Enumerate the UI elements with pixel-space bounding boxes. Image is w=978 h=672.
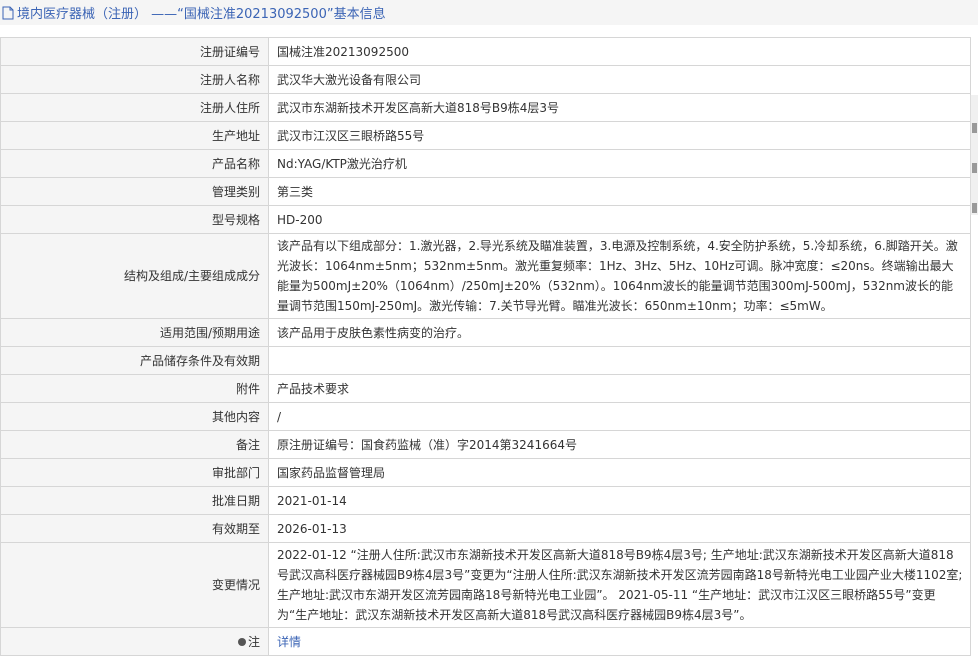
row-value: 2022-01-12 “注册人住所:武汉市东湖新技术开发区高新大道818号B9栋… <box>268 542 971 628</box>
row-other-content: 其他内容 / <box>0 402 971 431</box>
row-value <box>268 346 971 375</box>
row-label: 备注 <box>0 430 269 459</box>
row-label: 注册人住所 <box>0 93 269 122</box>
row-valid-until: 有效期至 2026-01-13 <box>0 514 971 543</box>
row-value: 国家药品监督管理局 <box>268 458 971 487</box>
row-change-history: 变更情况 2022-01-12 “注册人住所:武汉市东湖新技术开发区高新大道81… <box>0 542 971 628</box>
row-approval-date: 批准日期 2021-01-14 <box>0 486 971 515</box>
side-panel-edge[interactable] <box>970 95 978 215</box>
row-value: 第三类 <box>268 177 971 206</box>
row-value: 原注册证编号：国食药监械（准）字2014第3241664号 <box>268 430 971 459</box>
detail-table: 注册证编号 国械注准20213092500 注册人名称 武汉华大激光设备有限公司… <box>0 37 971 656</box>
row-value: 国械注准20213092500 <box>268 37 971 66</box>
row-registrant-name: 注册人名称 武汉华大激光设备有限公司 <box>0 65 971 94</box>
note-label: 注 <box>247 634 260 649</box>
row-label: 批准日期 <box>0 486 269 515</box>
row-label: 注册人名称 <box>0 65 269 94</box>
row-remarks: 备注 原注册证编号：国食药监械（准）字2014第3241664号 <box>0 430 971 459</box>
details-link[interactable]: 详情 <box>277 635 301 649</box>
row-label: 有效期至 <box>0 514 269 543</box>
row-label: 结构及组成/主要组成成分 <box>0 233 269 319</box>
row-management-category: 管理类别 第三类 <box>0 177 971 206</box>
document-icon <box>2 6 14 19</box>
row-label: 变更情况 <box>0 542 269 628</box>
row-model-spec: 型号规格 HD-200 <box>0 205 971 234</box>
row-value: 该产品用于皮肤色素性病变的治疗。 <box>268 318 971 347</box>
row-value: 2026-01-13 <box>268 514 971 543</box>
row-value: 产品技术要求 <box>268 374 971 403</box>
side-marker <box>972 203 977 213</box>
row-production-address: 生产地址 武汉市江汉区三眼桥路55号 <box>0 121 971 150</box>
row-value: Nd:YAG/KTP激光治疗机 <box>268 149 971 178</box>
row-label: 产品储存条件及有效期 <box>0 346 269 375</box>
row-value: 武汉市江汉区三眼桥路55号 <box>268 121 971 150</box>
page-header: 境内医疗器械（注册） ——“国械注准20213092500”基本信息 <box>0 0 978 25</box>
row-value: 该产品有以下组成部分：1.激光器，2.导光系统及瞄准装置，3.电源及控制系统，4… <box>268 233 971 319</box>
row-label: 审批部门 <box>0 458 269 487</box>
row-label: 管理类别 <box>0 177 269 206</box>
row-registrant-address: 注册人住所 武汉市东湖新技术开发区高新大道818号B9栋4层3号 <box>0 93 971 122</box>
row-product-name: 产品名称 Nd:YAG/KTP激光治疗机 <box>0 149 971 178</box>
row-label: 产品名称 <box>0 149 269 178</box>
row-intended-use: 适用范围/预期用途 该产品用于皮肤色素性病变的治疗。 <box>0 318 971 347</box>
row-value: / <box>268 402 971 431</box>
row-label: 生产地址 <box>0 121 269 150</box>
side-marker <box>972 123 977 133</box>
row-label: 注册证编号 <box>0 37 269 66</box>
lightbulb-icon <box>237 637 246 646</box>
row-value: 武汉市东湖新技术开发区高新大道818号B9栋4层3号 <box>268 93 971 122</box>
row-value: 详情 <box>268 627 971 656</box>
row-storage-conditions: 产品储存条件及有效期 <box>0 346 971 375</box>
row-label: 适用范围/预期用途 <box>0 318 269 347</box>
row-registration-number: 注册证编号 国械注准20213092500 <box>0 37 971 66</box>
row-approval-department: 审批部门 国家药品监督管理局 <box>0 458 971 487</box>
row-attachment: 附件 产品技术要求 <box>0 374 971 403</box>
row-label: 注 <box>0 627 269 656</box>
row-label: 型号规格 <box>0 205 269 234</box>
row-value: 武汉华大激光设备有限公司 <box>268 65 971 94</box>
row-value: 2021-01-14 <box>268 486 971 515</box>
page-title: 境内医疗器械（注册） ——“国械注准20213092500”基本信息 <box>17 7 386 22</box>
row-label: 其他内容 <box>0 402 269 431</box>
row-structure-composition: 结构及组成/主要组成成分 该产品有以下组成部分：1.激光器，2.导光系统及瞄准装… <box>0 233 971 319</box>
row-label: 附件 <box>0 374 269 403</box>
row-note: 注 详情 <box>0 627 971 656</box>
side-marker <box>972 163 977 173</box>
row-value: HD-200 <box>268 205 971 234</box>
